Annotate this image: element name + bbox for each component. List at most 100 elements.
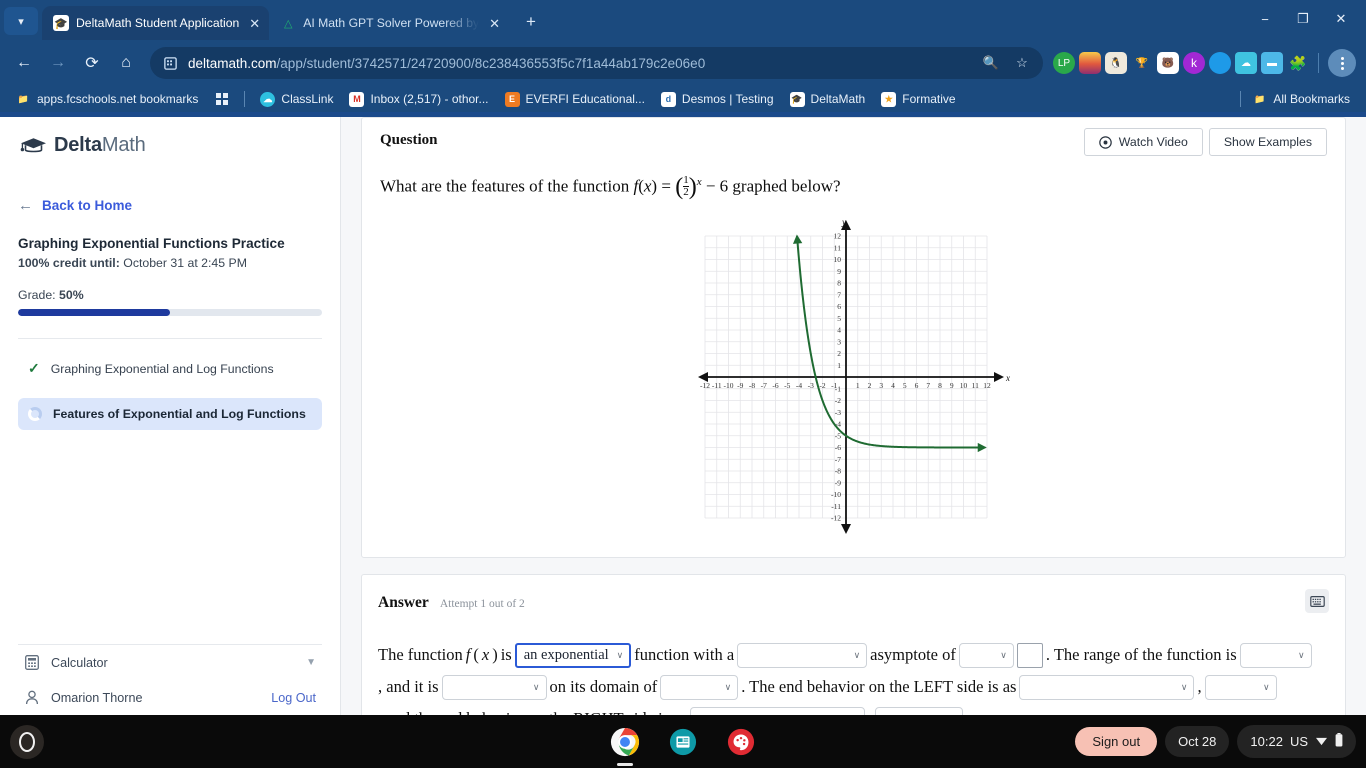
tab-search-button[interactable]: ▾ <box>4 7 38 35</box>
bookmark-formative[interactable]: ★ Formative <box>875 89 961 110</box>
deltamath-icon: 🎓 <box>789 91 805 107</box>
wifi-icon <box>1315 734 1328 749</box>
x-tick-label: -12 <box>700 381 710 390</box>
y-tick-label: -2 <box>834 396 840 405</box>
launcher-icon[interactable] <box>10 724 44 759</box>
bookmarks-bar: 📁 apps.fcschools.net bookmarks ☁ ClassLi… <box>0 86 1366 112</box>
search-icon[interactable]: 🔍 <box>980 52 1002 74</box>
system-tray[interactable]: 10:22 US <box>1237 725 1356 758</box>
new-tab-button[interactable]: + <box>517 8 545 36</box>
credit-until: 100% credit until: October 31 at 2:45 PM <box>18 256 322 270</box>
back-button[interactable]: ← <box>8 47 40 79</box>
chevron-down-icon[interactable]: ▼ <box>306 657 316 668</box>
close-icon[interactable]: ✕ <box>249 17 260 30</box>
cloud-icon[interactable]: ☁ <box>1235 52 1257 74</box>
dropdown-left-end-behavior-x[interactable]: ∨ <box>1019 674 1195 700</box>
x-tick-label: 6 <box>914 381 918 390</box>
show-examples-button[interactable]: Show Examples <box>1208 128 1327 156</box>
date-pill[interactable]: Oct 28 <box>1165 726 1230 757</box>
close-icon[interactable]: ✕ <box>489 17 500 30</box>
y-tick-label: -6 <box>834 443 840 452</box>
k-icon[interactable]: k <box>1183 52 1205 74</box>
close-window-button[interactable]: ✕ <box>1324 6 1358 32</box>
chevron-down-icon: ∨ <box>843 703 858 715</box>
x-tick-label: -10 <box>723 381 733 390</box>
y-tick-label: -8 <box>834 467 840 476</box>
watch-video-button[interactable]: Watch Video <box>1083 128 1203 156</box>
tab-deltamath[interactable]: 🎓 DeltaMath Student Application ✕ <box>42 6 270 40</box>
x-tick-label: -4 <box>795 381 801 390</box>
address-bar[interactable]: deltamath.com/app/student/3742571/247209… <box>150 47 1043 79</box>
log-out-button[interactable]: Log Out <box>271 691 316 705</box>
gmail-icon: M <box>349 91 365 107</box>
grade-line: Grade: 50% <box>18 288 322 302</box>
paint-icon[interactable] <box>724 725 758 759</box>
panda-icon[interactable]: 🐻 <box>1157 52 1179 74</box>
dropdown-domain[interactable]: ∨ <box>660 674 739 700</box>
slides-icon[interactable] <box>666 725 700 759</box>
forward-button[interactable]: → <box>42 47 74 79</box>
bookmark-desmos[interactable]: d Desmos | Testing <box>655 89 780 110</box>
lp-icon[interactable]: LP <box>1053 52 1075 74</box>
all-bookmarks-group: 📁 All Bookmarks <box>1235 89 1356 110</box>
page-info-icon[interactable] <box>162 55 179 72</box>
tab-strip: ▾ 🎓 DeltaMath Student Application ✕ △ AI… <box>0 0 1366 40</box>
x-tick-label: 3 <box>879 381 883 390</box>
minus-constant: − 6 <box>705 176 729 196</box>
deltamath-logo[interactable]: DeltaMath <box>18 112 322 157</box>
back-to-home-label: Back to Home <box>42 198 133 213</box>
grade-progress-bar <box>18 309 322 316</box>
keyboard-icon[interactable] <box>1305 589 1329 614</box>
calculator-row[interactable]: Calculator ▼ <box>18 645 322 680</box>
y-tick-label: 8 <box>837 279 841 288</box>
answer-card: Answer Attempt 1 out of 2 The function f… <box>361 574 1346 715</box>
dropdown-asymptote-type[interactable]: ∨ <box>737 642 868 668</box>
minimize-button[interactable]: − <box>1248 6 1282 32</box>
home-button[interactable]: ⌂ <box>110 47 142 79</box>
video-icon[interactable]: ▬ <box>1261 52 1283 74</box>
all-bookmarks-label: All Bookmarks <box>1273 92 1350 106</box>
kebab-menu-icon[interactable] <box>1328 49 1356 77</box>
back-to-home-link[interactable]: ← Back to Home <box>18 197 322 214</box>
sign-out-button[interactable]: Sign out <box>1075 727 1158 756</box>
y-tick-label: 5 <box>837 314 841 323</box>
bookmark-apps-grid[interactable] <box>208 89 235 110</box>
sunset-icon[interactable] <box>1079 52 1101 74</box>
question-card: Question Watch Video Show Examples What … <box>361 117 1346 559</box>
sidebar-item-features-of-exponential-and-log-functions[interactable]: Features of Exponential and Log Function… <box>18 398 322 430</box>
bookmark-inbox[interactable]: M Inbox (2,517) - othor... <box>343 89 494 110</box>
pie-icon[interactable] <box>1209 52 1231 74</box>
bookmark-apps-fcschools[interactable]: 📁 apps.fcschools.net bookmarks <box>10 89 204 110</box>
answer-text-9: , <box>1197 677 1202 697</box>
y-axis-arrow-down <box>840 524 851 535</box>
bookmark-everfi[interactable]: E EVERFI Educational... <box>499 89 651 110</box>
asymptote-value-input[interactable] <box>1016 642 1043 668</box>
dropdown-left-end-behavior-y[interactable]: ∨ <box>1204 674 1277 700</box>
bookmark-classlink[interactable]: ☁ ClassLink <box>254 89 339 110</box>
trophy-icon[interactable]: 🏆 <box>1131 52 1153 74</box>
y-tick-label: 10 <box>833 255 841 264</box>
dropdown-asymptote-variable[interactable]: ∨ <box>958 642 1014 668</box>
chevron-down-icon: ∨ <box>1298 650 1305 661</box>
answer-text-6: , and it is <box>378 677 439 697</box>
sidebar-item-graphing-exponential-and-log-functions[interactable]: ✓ Graphing Exponential and Log Functions <box>18 351 322 386</box>
chrome-icon[interactable] <box>608 725 642 766</box>
reload-button[interactable]: ⟳ <box>76 47 108 79</box>
all-bookmarks-button[interactable]: 📁 All Bookmarks <box>1246 89 1356 110</box>
dropdown-right-end-behavior-x[interactable]: ∨ <box>690 706 866 715</box>
bookmark-deltamath[interactable]: 🎓 DeltaMath <box>784 89 872 110</box>
bookmark-divider <box>1240 91 1242 107</box>
locale-text: US <box>1289 734 1308 749</box>
penguin-icon[interactable]: 🐧 <box>1105 52 1127 74</box>
x-tick-label: 4 <box>891 381 895 390</box>
star-icon[interactable]: ☆ <box>1011 52 1033 74</box>
extensions-row: LP 🐧 🏆 🐻 k ☁ ▬ 🧩 <box>1053 49 1358 77</box>
dropdown-right-end-behavior-y[interactable]: ∨ <box>875 706 964 715</box>
maximize-restore-button[interactable]: ❐ <box>1286 6 1320 32</box>
dropdown-function-type[interactable]: an exponential ∨ <box>514 642 632 668</box>
dropdown-monotonicity[interactable]: ∨ <box>441 674 547 700</box>
x-tick-label: -2 <box>819 381 825 390</box>
dropdown-range[interactable]: ∨ <box>1239 642 1312 668</box>
tab-ai-math-gpt[interactable]: △ AI Math GPT Solver Powered by ✕ <box>269 6 509 40</box>
puzzle-icon[interactable]: 🧩 <box>1287 52 1309 74</box>
